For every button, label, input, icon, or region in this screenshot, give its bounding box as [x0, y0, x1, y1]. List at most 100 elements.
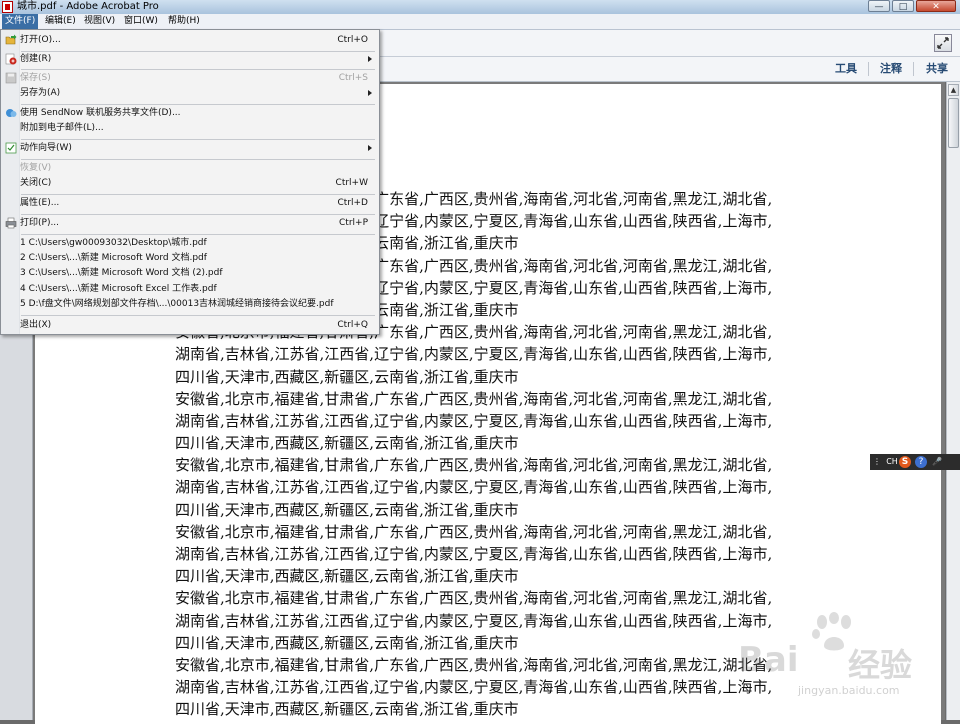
document-text-line: 安徽省,北京市,福建省,甘肃省,广东省,广西区,贵州省,海南省,河北省,河南省,… [175, 589, 773, 608]
share-online-icon [6, 109, 17, 117]
menu-action-wizard[interactable]: 动作向导(W) [2, 141, 378, 155]
full-screen-button[interactable] [934, 34, 952, 52]
menu-close-shortcut: Ctrl+W [335, 178, 368, 188]
recent-file-label: 1 C:\Users\gw00093032\Desktop\城市.pdf [20, 238, 207, 248]
menu-separator [21, 315, 375, 316]
menu-separator [21, 159, 375, 160]
printer-icon [5, 217, 17, 229]
menu-separator [21, 234, 375, 235]
menu-save-shortcut: Ctrl+S [338, 73, 368, 83]
baidu-jingyan-watermark: Bai 经验 jingyan.baidu.com [738, 612, 938, 702]
maximize-button[interactable]: □ [892, 0, 914, 12]
menu-bar: 文件(F) 编辑(E) 视图(V) 窗口(W) 帮助(H) [0, 14, 960, 30]
scroll-thumb[interactable] [948, 98, 959, 148]
document-text-line: 安徽省,北京市,福建省,甘肃省,广东省,广西区,贵州省,海南省,河北省,河南省,… [175, 522, 773, 541]
watermark-brand: Bai [738, 640, 799, 680]
submenu-arrow-icon [368, 90, 372, 96]
menu-print[interactable]: 打印(P)... Ctrl+P [2, 216, 378, 230]
menu-revert-label: 恢复(V) [20, 163, 52, 173]
divider [868, 62, 869, 76]
document-text-line: 湖南省,吉林省,江苏省,江西省,辽宁省,内蒙区,宁夏区,青海省,山东省,山西省,… [175, 611, 773, 630]
open-folder-icon [5, 34, 17, 45]
document-text-line: 四川省,天津市,西藏区,新疆区,云南省,浙江省,重庆市 [175, 434, 519, 453]
menu-open-label: 打开(O)... [20, 35, 61, 45]
menu-help[interactable]: 帮助(H) [165, 14, 203, 29]
menu-properties[interactable]: 属性(E)... Ctrl+D [2, 196, 378, 210]
watermark-brand-2: 经验 [848, 646, 913, 684]
menu-close-label: 关闭(C) [20, 178, 52, 188]
comment-pane-button[interactable]: 注释 [880, 57, 902, 81]
document-text-line: 安徽省,北京市,福建省,甘肃省,广东省,广西区,贵州省,海南省,河北省,河南省,… [175, 456, 773, 475]
submenu-arrow-icon [368, 56, 372, 62]
menu-revert: 恢复(V) [2, 161, 378, 175]
menu-separator [21, 214, 375, 215]
ime-handle[interactable]: ⋮ [872, 455, 882, 469]
ime-toolbar[interactable]: ⋮ CH S ? 🎤 [870, 454, 960, 470]
menu-window[interactable]: 窗口(W) [121, 14, 161, 29]
menu-create[interactable]: 创建(R) [2, 52, 378, 66]
document-text-line: 四川省,天津市,西藏区,新疆区,云南省,浙江省,重庆市 [175, 500, 519, 519]
document-text-line: 安徽省,北京市,福建省,甘肃省,广东省,广西区,贵州省,海南省,河北省,河南省,… [175, 389, 773, 408]
recent-file-4[interactable]: 4 C:\Users\...\新建 Microsoft Excel 工作表.pd… [2, 282, 378, 296]
menu-separator [21, 139, 375, 140]
document-text-line: 湖南省,吉林省,江苏省,江西省,辽宁省,内蒙区,宁夏区,青海省,山东省,山西省,… [175, 478, 773, 497]
menu-sendnow[interactable]: 使用 SendNow 联机服务共享文件(D)... [2, 106, 378, 120]
document-text-line: 安徽省,北京市,福建省,甘肃省,广东省,广西区,贵州省,海南省,河北省,河南省,… [175, 655, 773, 674]
menu-separator [21, 104, 375, 105]
vertical-scrollbar[interactable]: ▲ [946, 82, 960, 720]
menu-print-label: 打印(P)... [20, 218, 60, 228]
menu-open[interactable]: 打开(O)... Ctrl+O [2, 33, 378, 47]
recent-file-1[interactable]: 1 C:\Users\gw00093032\Desktop\城市.pdf [2, 236, 378, 250]
menu-attach-email[interactable]: 附加到电子邮件(L)... [2, 121, 378, 135]
acrobat-pdf-icon [2, 1, 13, 13]
menu-sendnow-label: 使用 SendNow 联机服务共享文件(D)... [20, 108, 181, 118]
window-controls: — □ ✕ [866, 0, 956, 14]
menu-view[interactable]: 视图(V) [81, 14, 118, 29]
recent-file-5[interactable]: 5 D:\f盘文件\网络规划部文件存档\...\00013吉林润城经销商接待会议… [2, 297, 378, 311]
recent-file-label: 4 C:\Users\...\新建 Microsoft Excel 工作表.pd… [20, 284, 217, 294]
create-pdf-icon [5, 53, 17, 65]
document-text-line: 四川省,天津市,西藏区,新疆区,云南省,浙江省,重庆市 [175, 700, 519, 719]
minimize-button[interactable]: — [868, 0, 890, 12]
ime-language[interactable]: CH [885, 455, 899, 469]
expand-icon [937, 37, 949, 49]
menu-properties-label: 属性(E)... [20, 198, 60, 208]
divider [913, 62, 914, 76]
sogou-ime-icon[interactable]: S [899, 456, 911, 468]
tools-pane-button[interactable]: 工具 [835, 57, 857, 81]
close-window-button[interactable]: ✕ [916, 0, 956, 12]
document-text-line: 四川省,天津市,西藏区,新疆区,云南省,浙江省,重庆市 [175, 367, 519, 386]
recent-file-label: 3 C:\Users\...\新建 Microsoft Word 文档 (2).… [20, 268, 223, 278]
scroll-up-arrow-icon[interactable]: ▲ [948, 84, 959, 96]
recent-file-label: 2 C:\Users\...\新建 Microsoft Word 文档.pdf [20, 253, 207, 263]
menu-exit-label: 退出(X) [20, 320, 52, 330]
menu-exit-shortcut: Ctrl+Q [337, 320, 368, 330]
watermark-url: jingyan.baidu.com [798, 684, 900, 697]
document-text-line: 湖南省,吉林省,江苏省,江西省,辽宁省,内蒙区,宁夏区,青海省,山东省,山西省,… [175, 411, 773, 430]
help-icon[interactable]: ? [915, 456, 927, 468]
menu-print-shortcut: Ctrl+P [339, 218, 368, 228]
save-icon [5, 72, 17, 84]
menu-exit[interactable]: 退出(X) Ctrl+Q [2, 318, 378, 332]
menu-open-shortcut: Ctrl+O [337, 35, 368, 45]
document-text-line: 湖南省,吉林省,江苏省,江西省,辽宁省,内蒙区,宁夏区,青海省,山东省,山西省,… [175, 345, 773, 364]
menu-close[interactable]: 关闭(C) Ctrl+W [2, 176, 378, 190]
menu-save-as[interactable]: 另存为(A) [2, 86, 378, 100]
microphone-icon[interactable]: 🎤 [930, 455, 944, 469]
menu-save-as-label: 另存为(A) [20, 88, 61, 98]
file-menu-dropdown: 打开(O)... Ctrl+O 创建(R) 保存(S) Ctrl+S 另存为(A… [0, 29, 380, 335]
menu-create-label: 创建(R) [20, 54, 52, 64]
menu-edit[interactable]: 编辑(E) [42, 14, 79, 29]
menu-file[interactable]: 文件(F) [2, 14, 39, 29]
recent-file-3[interactable]: 3 C:\Users\...\新建 Microsoft Word 文档 (2).… [2, 266, 378, 280]
window-title: 城市.pdf - Adobe Acrobat Pro [17, 1, 159, 12]
share-pane-button[interactable]: 共享 [926, 57, 948, 81]
action-wizard-icon [5, 142, 17, 154]
document-text-line: 四川省,天津市,西藏区,新疆区,云南省,浙江省,重庆市 [175, 633, 519, 652]
menu-separator [21, 69, 375, 70]
menu-attach-email-label: 附加到电子邮件(L)... [20, 123, 104, 133]
menu-properties-shortcut: Ctrl+D [337, 198, 369, 208]
menu-action-wizard-label: 动作向导(W) [20, 143, 72, 153]
recent-file-2[interactable]: 2 C:\Users\...\新建 Microsoft Word 文档.pdf [2, 251, 378, 265]
menu-save: 保存(S) Ctrl+S [2, 71, 378, 85]
